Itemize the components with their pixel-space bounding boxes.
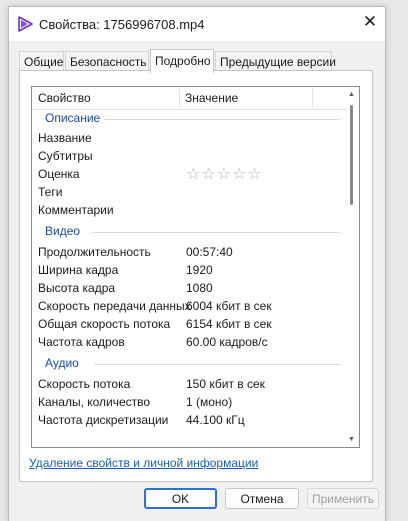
property-name: Скорость передачи данных bbox=[38, 299, 191, 313]
property-value[interactable]: 6154 кбит в сек bbox=[186, 317, 272, 331]
tab-previous-versions[interactable]: Предыдущие версии bbox=[215, 51, 336, 71]
tab-details[interactable]: Подробно bbox=[150, 49, 214, 73]
property-name: Скорость потока bbox=[38, 377, 131, 391]
close-icon: ✕ bbox=[362, 12, 378, 31]
group-label: Видео bbox=[45, 224, 81, 238]
property-row[interactable]: Название bbox=[32, 129, 346, 147]
property-row[interactable]: Общая скорость потока 6154 кбит в сек bbox=[32, 315, 346, 333]
property-row[interactable]: Частота кадров 60.00 кадров/с bbox=[32, 333, 346, 351]
group-divider bbox=[92, 232, 340, 233]
property-value[interactable]: 6004 кбит в сек bbox=[186, 299, 272, 313]
property-row[interactable]: Продолжительность 00:57:40 bbox=[32, 243, 346, 261]
scroll-down-icon[interactable]: ▼ bbox=[348, 436, 355, 443]
group-header-description[interactable]: Описание bbox=[32, 110, 346, 128]
property-row[interactable]: Субтитры bbox=[32, 147, 346, 165]
property-value[interactable]: 1080 bbox=[186, 281, 213, 295]
property-name: Название bbox=[38, 131, 92, 145]
property-name: Каналы, количество bbox=[38, 395, 151, 409]
group-header-audio[interactable]: Аудио bbox=[32, 355, 346, 373]
cancel-button[interactable]: Отмена bbox=[225, 488, 299, 509]
title-bar[interactable]: Свойства: 1756996708.mp4 ✕ bbox=[9, 7, 385, 41]
property-row[interactable]: Комментарии bbox=[32, 201, 346, 219]
property-list[interactable]: Свойство Значение Описание Название Субт… bbox=[31, 86, 360, 448]
window-title: Свойства: 1756996708.mp4 bbox=[39, 17, 205, 32]
property-row[interactable]: Теги bbox=[32, 183, 346, 201]
tab-general[interactable]: Общие bbox=[19, 51, 64, 71]
property-name: Частота кадров bbox=[38, 335, 125, 349]
property-value[interactable]: 1 (моно) bbox=[186, 395, 232, 409]
close-button[interactable]: ✕ bbox=[355, 7, 385, 37]
apply-button[interactable]: Применить bbox=[307, 488, 379, 509]
property-name: Теги bbox=[38, 185, 63, 199]
column-property[interactable]: Свойство bbox=[38, 91, 91, 105]
ok-button[interactable]: OK bbox=[144, 488, 217, 509]
property-row[interactable]: Каналы, количество 1 (моно) bbox=[32, 393, 346, 411]
property-value[interactable]: 44.100 кГц bbox=[186, 413, 245, 427]
property-value[interactable]: 150 кбит в сек bbox=[186, 377, 265, 391]
property-row[interactable]: Скорость передачи данных 6004 кбит в сек bbox=[32, 297, 346, 315]
scroll-thumb[interactable] bbox=[350, 105, 353, 205]
remove-properties-link[interactable]: Удаление свойств и личной информации bbox=[29, 456, 258, 470]
group-label: Аудио bbox=[45, 356, 79, 370]
property-value[interactable]: 1920 bbox=[186, 263, 213, 277]
property-name: Частота дискретизации bbox=[38, 413, 169, 427]
property-name: Общая скорость потока bbox=[38, 317, 171, 331]
property-value[interactable]: 60.00 кадров/с bbox=[186, 335, 268, 349]
property-row[interactable]: Скорость потока 150 кбит в сек bbox=[32, 375, 346, 393]
column-divider[interactable] bbox=[312, 89, 313, 107]
vertical-scrollbar[interactable]: ▲ ▼ bbox=[345, 87, 359, 447]
property-name: Оценка bbox=[38, 167, 80, 181]
tab-security[interactable]: Безопасность bbox=[65, 51, 149, 71]
property-row[interactable]: Частота дискретизации 44.100 кГц bbox=[32, 411, 346, 429]
scroll-up-icon[interactable]: ▲ bbox=[348, 91, 355, 98]
media-player-icon bbox=[18, 16, 33, 32]
property-name: Высота кадра bbox=[38, 281, 116, 295]
details-panel: Свойство Значение Описание Название Субт… bbox=[19, 70, 373, 482]
property-name: Ширина кадра bbox=[38, 263, 119, 277]
properties-dialog: Свойства: 1756996708.mp4 ✕ Общие Безопас… bbox=[8, 6, 386, 521]
property-name: Субтитры bbox=[38, 149, 93, 163]
group-divider bbox=[104, 119, 340, 120]
property-row[interactable]: Оценка ☆☆☆☆☆ bbox=[32, 165, 346, 183]
property-row[interactable]: Ширина кадра 1920 bbox=[32, 261, 346, 279]
property-value[interactable]: 00:57:40 bbox=[186, 245, 233, 259]
rating-stars[interactable]: ☆☆☆☆☆ bbox=[186, 164, 263, 184]
group-header-video[interactable]: Видео bbox=[32, 223, 346, 241]
column-value[interactable]: Значение bbox=[185, 91, 238, 105]
tab-strip: Общие Безопасность Подробно Предыдущие в… bbox=[19, 49, 375, 73]
column-divider[interactable] bbox=[179, 89, 180, 107]
group-label: Описание bbox=[45, 111, 101, 125]
column-header: Свойство Значение bbox=[32, 87, 346, 110]
group-divider bbox=[94, 364, 340, 365]
property-name: Продолжительность bbox=[38, 245, 151, 259]
property-name: Комментарии bbox=[38, 203, 114, 217]
property-row[interactable]: Высота кадра 1080 bbox=[32, 279, 346, 297]
